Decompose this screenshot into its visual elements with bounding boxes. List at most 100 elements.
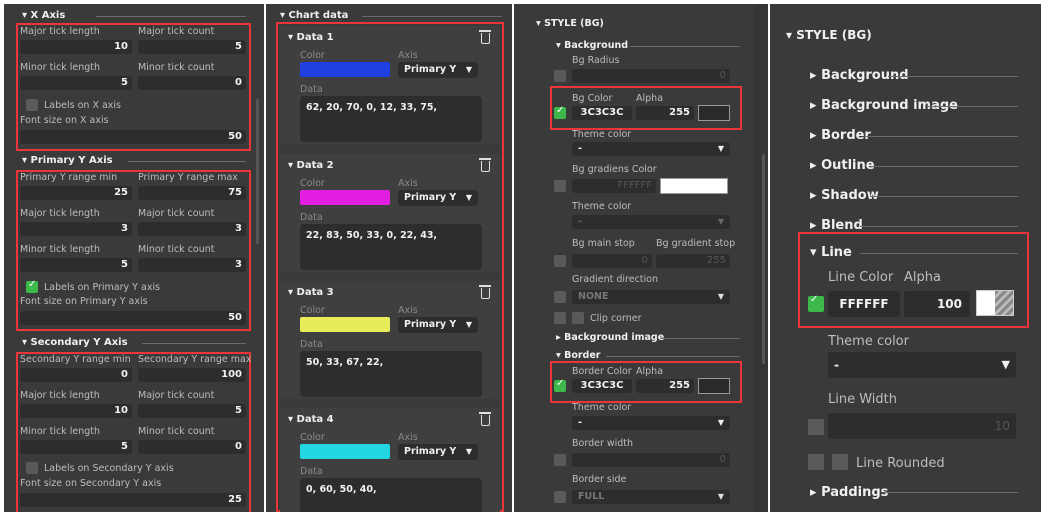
data-series-header[interactable]: ▾ Data 3: [288, 287, 334, 298]
chart-data-header[interactable]: ▾ Chart data: [280, 10, 348, 21]
series-color-swatch[interactable]: [300, 190, 390, 205]
style-bg-header[interactable]: ▾ STYLE (BG): [536, 18, 604, 29]
axis-dropdown[interactable]: Primary Y ▼: [398, 62, 478, 78]
divider: [888, 76, 1018, 77]
border-side-checkbox[interactable]: [554, 491, 566, 503]
trash-icon[interactable]: [479, 285, 491, 299]
line-color-checkbox[interactable]: [808, 294, 824, 312]
primary-y-range-max-field[interactable]: 75: [138, 186, 246, 200]
primary-y-labels-checkbox[interactable]: [26, 279, 38, 293]
theme-color-dropdown[interactable]: - ▼: [572, 142, 730, 156]
data-values-input[interactable]: 62, 20, 70, 0, 12, 33, 75,: [300, 96, 482, 142]
scrollbar[interactable]: [256, 99, 259, 244]
line-width-field[interactable]: 10: [828, 413, 1016, 439]
bg-color-swatch[interactable]: [698, 105, 730, 121]
line-width-checkbox[interactable]: [808, 419, 824, 435]
bg-gradient-label: Bg gradiens Color: [572, 164, 657, 175]
border-alpha-field[interactable]: 255: [636, 379, 694, 393]
border-side-dropdown[interactable]: FULL ▼: [572, 490, 730, 504]
data-label: Data: [300, 84, 323, 95]
primary-y-major-tick-count-field[interactable]: 3: [138, 222, 246, 236]
bg-radius-checkbox[interactable]: [554, 70, 566, 82]
data-series-header[interactable]: ▾ Data 2: [288, 160, 334, 171]
axis-dropdown[interactable]: Primary Y ▼: [398, 444, 478, 460]
x-axis-section-header[interactable]: ▾ X Axis: [22, 10, 65, 21]
scrollbar[interactable]: [762, 154, 765, 364]
x-major-tick-length-field[interactable]: 10: [20, 40, 132, 54]
theme-color-dropdown-2[interactable]: - ▼: [572, 215, 730, 229]
secondary-y-minor-tick-length-field[interactable]: 5: [20, 440, 132, 454]
axis-dropdown[interactable]: Primary Y ▼: [398, 190, 478, 206]
secondary-y-minor-tick-count-field[interactable]: 0: [138, 440, 246, 454]
data-series-header[interactable]: ▾ Data 1: [288, 32, 334, 43]
bg-alpha-field[interactable]: 255: [636, 106, 694, 120]
style-bg-header-large[interactable]: ▾ STYLE (BG): [786, 28, 872, 42]
clip-corner-checkbox-2[interactable]: [572, 312, 584, 324]
style-bg-panel-large: ▾ STYLE (BG) ▸ Background ▸ Background im…: [770, 4, 1041, 512]
line-color-field[interactable]: FFFFFF: [828, 291, 900, 317]
primary-y-minor-tick-length-field[interactable]: 5: [20, 258, 132, 272]
secondary-y-section-header[interactable]: ▾ Secondary Y Axis: [22, 337, 128, 348]
border-theme-dropdown[interactable]: - ▼: [572, 416, 730, 430]
line-rounded-checkbox-1[interactable]: [808, 454, 824, 470]
bg-stop-checkbox[interactable]: [554, 255, 566, 267]
primary-y-major-tick-length-field[interactable]: 3: [20, 222, 132, 236]
secondary-y-major-tick-count-field[interactable]: 5: [138, 404, 246, 418]
border-color-field[interactable]: 3C3C3C: [572, 379, 632, 393]
bg-main-stop-field[interactable]: 0: [572, 254, 652, 268]
line-section[interactable]: ▾ Line: [810, 245, 852, 260]
gradient-direction-checkbox[interactable]: [554, 291, 566, 303]
x-font-size-field[interactable]: 50: [20, 130, 246, 144]
line-theme-dropdown[interactable]: - ▼: [828, 352, 1016, 378]
paddings-section[interactable]: ▸ Paddings: [810, 485, 888, 500]
data-values-input[interactable]: 0, 60, 50, 40,: [300, 478, 482, 512]
trash-icon[interactable]: [479, 412, 491, 426]
x-minor-tick-length-field[interactable]: 5: [20, 76, 132, 90]
bg-color-label: Bg Color: [572, 93, 613, 104]
border-section[interactable]: ▾ Border: [556, 350, 600, 361]
trash-icon[interactable]: [479, 30, 491, 44]
line-alpha-field[interactable]: 100: [904, 291, 970, 317]
bg-gradient-stop-field[interactable]: 255: [656, 254, 730, 268]
bg-gradient-field[interactable]: FFFFFF: [572, 179, 656, 193]
data-values-input[interactable]: 22, 83, 50, 33, 0, 22, 43,: [300, 224, 482, 270]
bg-color-checkbox[interactable]: [554, 105, 566, 119]
secondary-y-range-min-field[interactable]: 0: [20, 368, 132, 382]
secondary-y-labels-checkbox[interactable]: [26, 462, 38, 474]
secondary-y-range-max-field[interactable]: 100: [138, 368, 246, 382]
primary-y-section-header[interactable]: ▾ Primary Y Axis: [22, 155, 113, 166]
data-series-header[interactable]: ▾ Data 4: [288, 414, 334, 425]
axis-dropdown[interactable]: Primary Y ▼: [398, 317, 478, 333]
border-width-checkbox[interactable]: [554, 454, 566, 466]
bg-radius-field[interactable]: 0: [572, 69, 730, 83]
bg-color-field[interactable]: 3C3C3C: [572, 106, 632, 120]
trash-icon[interactable]: [479, 158, 491, 172]
line-color-swatch[interactable]: [976, 290, 1014, 316]
series-color-swatch[interactable]: [300, 317, 390, 332]
section-border[interactable]: ▸ Border: [810, 128, 871, 143]
border-width-field[interactable]: 0: [572, 453, 730, 467]
border-color-checkbox[interactable]: [554, 378, 566, 392]
background-image-section[interactable]: ▸ Background image: [556, 332, 664, 343]
x-major-tick-count-field[interactable]: 5: [138, 40, 246, 54]
data-values-input[interactable]: 50, 33, 67, 22,: [300, 351, 482, 397]
border-color-swatch[interactable]: [698, 378, 730, 394]
primary-y-font-size-field[interactable]: 50: [20, 311, 246, 325]
section-blend[interactable]: ▸ Blend: [810, 218, 863, 233]
background-section[interactable]: ▾ Background: [556, 40, 628, 51]
series-color-swatch[interactable]: [300, 444, 390, 459]
line-rounded-checkbox-2[interactable]: [832, 454, 848, 470]
primary-y-range-min-field[interactable]: 25: [20, 186, 132, 200]
x-minor-tick-count-field[interactable]: 0: [138, 76, 246, 90]
bg-gradient-swatch[interactable]: [660, 178, 728, 194]
section-shadow[interactable]: ▸ Shadow: [810, 188, 879, 203]
secondary-y-major-tick-length-field[interactable]: 10: [20, 404, 132, 418]
bg-gradient-checkbox[interactable]: [554, 180, 566, 192]
clip-corner-checkbox-1[interactable]: [554, 312, 566, 324]
series-color-swatch[interactable]: [300, 62, 390, 77]
x-labels-checkbox[interactable]: [26, 99, 38, 111]
primary-y-minor-tick-count-field[interactable]: 3: [138, 258, 246, 272]
secondary-y-font-size-field[interactable]: 25: [20, 493, 246, 507]
gradient-direction-dropdown[interactable]: NONE ▼: [572, 290, 730, 304]
section-outline[interactable]: ▸ Outline: [810, 158, 875, 173]
